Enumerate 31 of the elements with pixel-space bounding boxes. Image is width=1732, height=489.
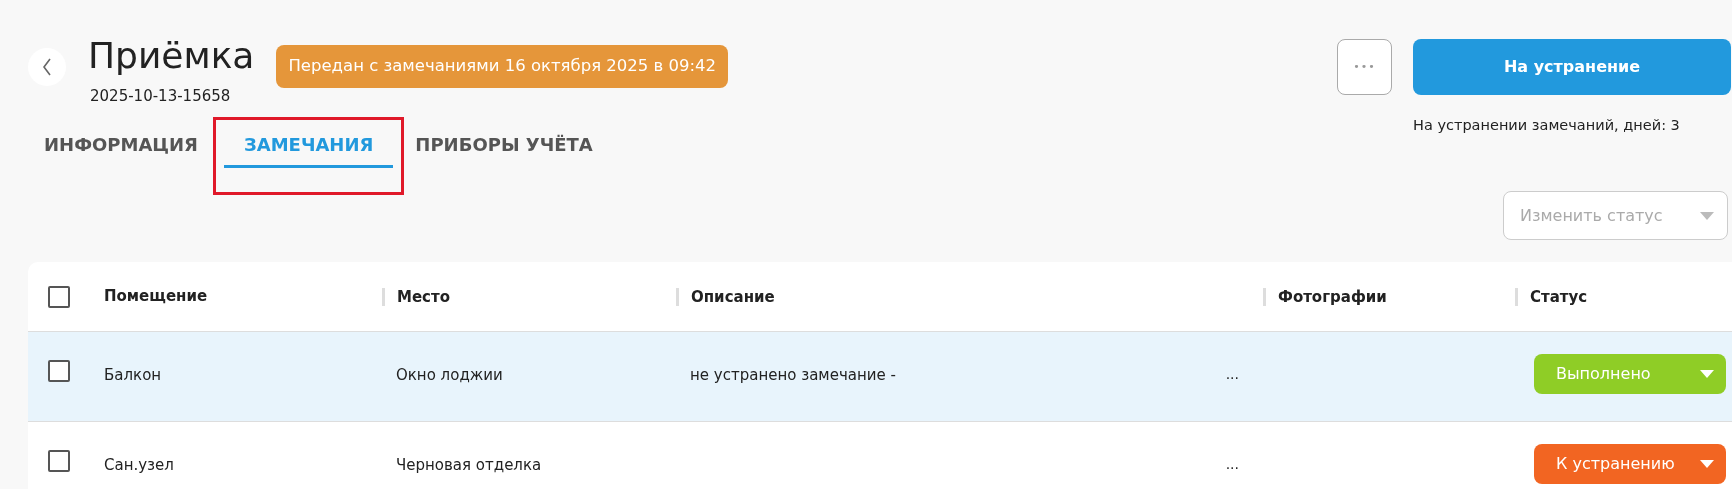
- column-header: Описание: [676, 287, 1263, 306]
- status-button[interactable]: Выполнено: [1534, 354, 1726, 394]
- checkbox[interactable]: [48, 285, 70, 308]
- checkbox[interactable]: [48, 360, 70, 382]
- table-cell-text: Черновая отделка: [395, 455, 543, 476]
- page-title: Приёмка: [88, 35, 255, 77]
- status-button[interactable]: К устранению: [1534, 444, 1726, 484]
- document-code: 2025-10-13-15658: [90, 86, 232, 107]
- column-header: Место: [382, 287, 676, 306]
- tab[interactable]: ЗАМЕЧАНИЯ: [223, 110, 394, 168]
- days-note: На устранении замечаний, дней: 3: [1413, 116, 1681, 135]
- tab[interactable]: ИНФОРМАЦИЯ: [44, 110, 198, 168]
- ellipsis-text: ...: [1225, 455, 1239, 474]
- table-cell-text: Окно лоджии: [395, 365, 504, 386]
- chevron-left-icon: [42, 58, 52, 76]
- table-cell-text: не устранено замечание -: [689, 365, 896, 386]
- table-cell-text: Балкон: [103, 365, 163, 386]
- status-badge: Передан с замечаниями 16 октября 2025 в 09:42: [276, 45, 729, 88]
- column-header: Помещение: [103, 286, 209, 308]
- table-cell-text: Сан.узел: [103, 455, 175, 476]
- ellipsis-text: ...: [1225, 365, 1239, 384]
- tab[interactable]: ПРИБОРЫ УЧЁТА: [415, 110, 593, 168]
- caret-icon: [1700, 370, 1714, 378]
- back-button[interactable]: [28, 48, 66, 86]
- column-header: Фотографии: [1263, 287, 1515, 306]
- caret-icon: [1700, 460, 1714, 468]
- caret-icon: [1700, 212, 1714, 220]
- column-header: Статус: [1515, 287, 1732, 306]
- more-button[interactable]: •••: [1337, 39, 1392, 95]
- send-to-fix-button[interactable]: На устранение: [1413, 39, 1731, 95]
- checkbox[interactable]: [48, 450, 70, 472]
